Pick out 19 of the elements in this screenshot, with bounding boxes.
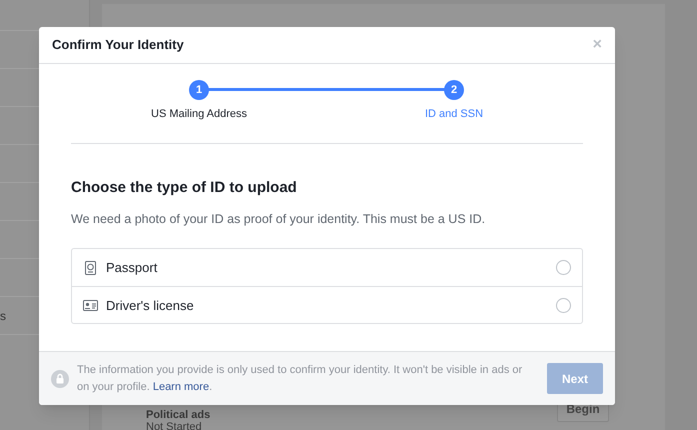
radio-button[interactable] — [556, 298, 571, 313]
card-title: Political ads — [146, 410, 210, 421]
step-number: 1 — [189, 80, 209, 100]
privacy-note: The information you provide is only used to confirm your identity. It won't be visible in ads or on your profile. Learn more. — [77, 362, 524, 394]
description-text: We need a photo of your ID as proof of your identity. This must be a US ID. — [71, 210, 486, 228]
step-label[interactable]: ID and SSN — [384, 106, 524, 122]
lock-icon — [51, 370, 69, 388]
dialog-title: Confirm Your Identity — [52, 36, 184, 54]
status-text: Not Started — [146, 421, 202, 430]
option-label: Passport — [106, 259, 158, 277]
step-number: 2 — [444, 80, 464, 100]
sidebar-item[interactable]: s — [0, 306, 6, 324]
option-label: Driver's license — [106, 296, 194, 314]
passport-icon — [85, 260, 96, 275]
learn-more-link[interactable]: Learn more — [152, 380, 210, 392]
id-card-icon — [83, 300, 98, 311]
section-heading: Choose the type of ID to upload — [71, 178, 298, 198]
step-label[interactable]: US Mailing Address — [129, 106, 269, 122]
radio-button[interactable] — [556, 260, 571, 276]
